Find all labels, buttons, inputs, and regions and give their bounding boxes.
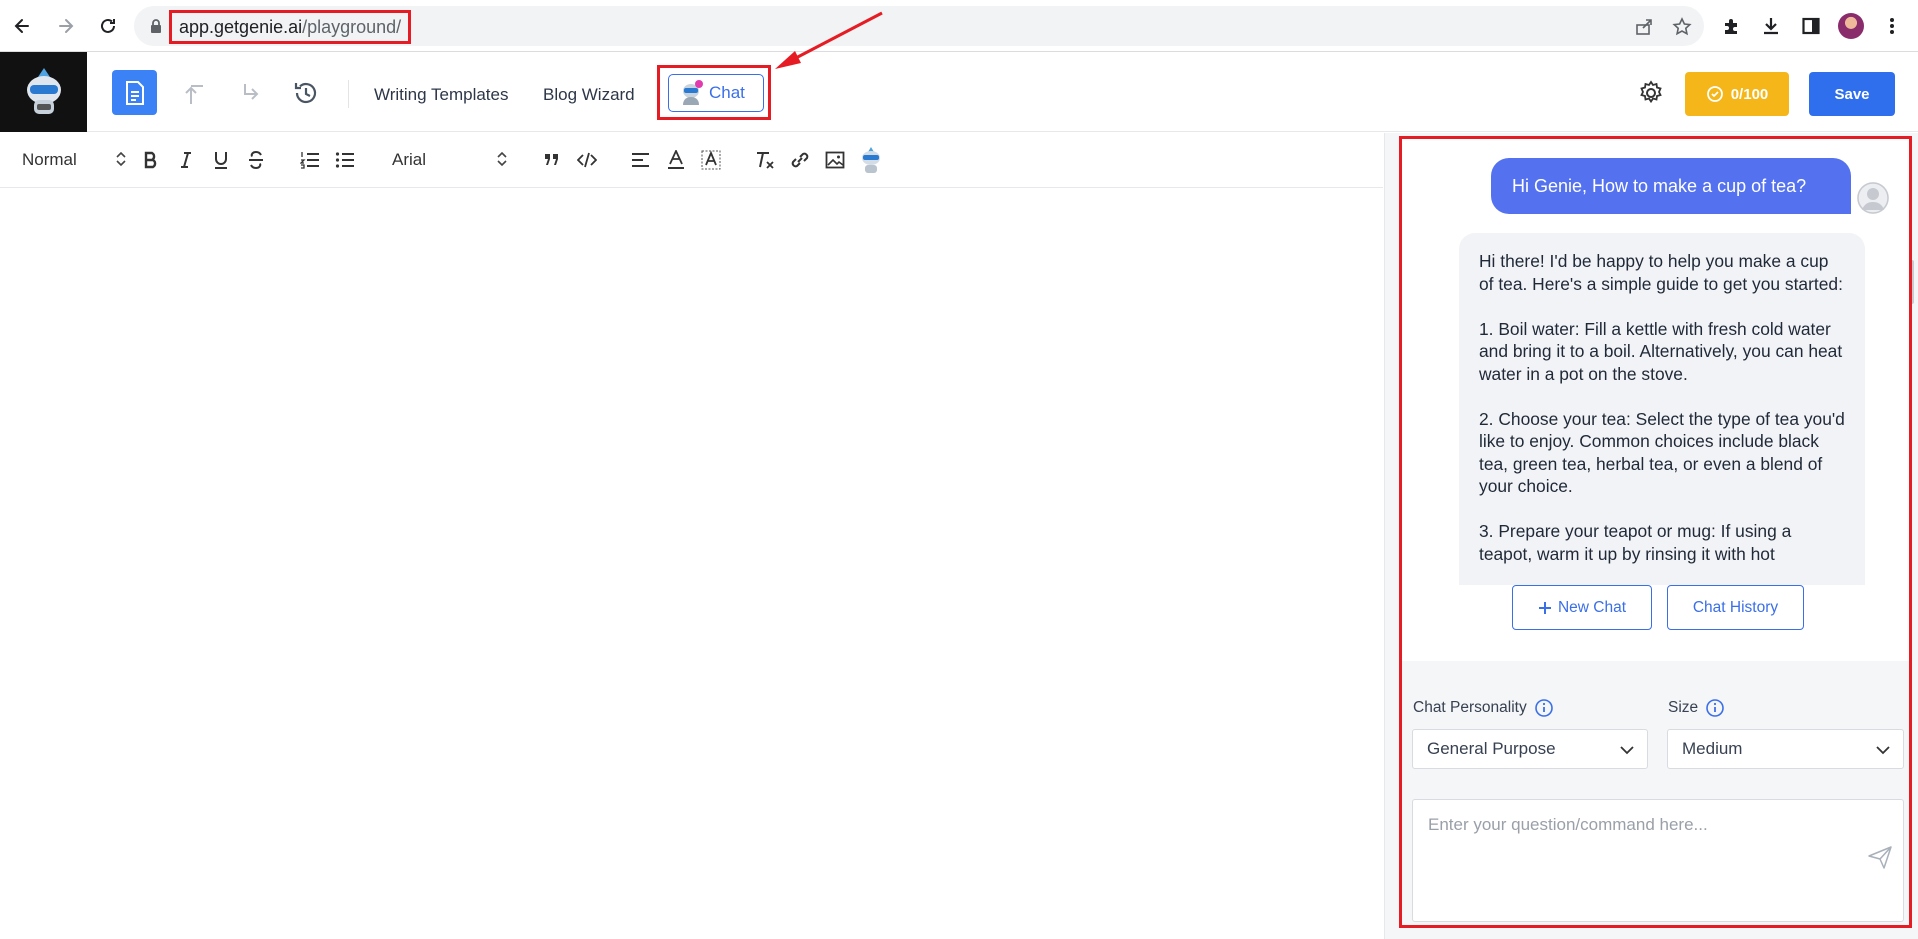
image-icon[interactable] [823, 148, 847, 172]
download-icon[interactable] [1757, 12, 1785, 40]
font-family-caret-icon [497, 151, 507, 167]
code-icon[interactable] [575, 148, 599, 172]
editor-canvas[interactable] [0, 189, 1383, 939]
block-style-select[interactable]: Normal [22, 147, 77, 173]
back-icon[interactable] [8, 12, 36, 40]
block-style-caret-icon [116, 151, 126, 167]
genie-icon[interactable] [858, 145, 884, 175]
credits-icon [1706, 85, 1724, 103]
share-icon[interactable] [1633, 16, 1655, 38]
lock-icon [150, 19, 162, 34]
document-icon[interactable] [112, 70, 157, 115]
history-icon[interactable] [290, 77, 322, 109]
align-icon[interactable] [629, 148, 653, 172]
side-panel-icon[interactable] [1797, 12, 1825, 40]
star-icon[interactable] [1671, 16, 1693, 38]
underline-icon[interactable] [209, 148, 233, 172]
strike-icon[interactable] [244, 148, 268, 172]
quote-icon[interactable] [540, 148, 564, 172]
url-path: /playground/ [302, 16, 402, 37]
profile-avatar[interactable] [1838, 13, 1864, 39]
reload-icon[interactable] [94, 12, 122, 40]
browser-chrome: app.getgenie.ai/playground/ [0, 0, 1918, 52]
text-color-icon[interactable] [664, 148, 688, 172]
genie-logo[interactable] [0, 52, 87, 132]
bold-icon[interactable] [139, 148, 163, 172]
chat-button-highlight: Chat [657, 65, 771, 120]
toolbar-divider [348, 80, 349, 108]
address-bar[interactable]: app.getgenie.ai/playground/ [134, 6, 1704, 46]
bullet-list-icon[interactable] [333, 148, 357, 172]
format-toolbar: Normal Arial [0, 133, 1383, 188]
italic-icon[interactable] [174, 148, 198, 172]
app-toolbar: Writing Templates Blog Wizard Chat 0/100… [0, 52, 1918, 132]
save-button[interactable]: Save [1809, 72, 1895, 116]
blog-wizard-link[interactable]: Blog Wizard [543, 85, 635, 105]
url-host: app.getgenie.ai [179, 16, 303, 37]
chat-button[interactable]: Chat [668, 74, 764, 112]
extensions-icon[interactable] [1717, 12, 1745, 40]
ordered-list-icon[interactable] [298, 148, 322, 172]
url-highlight[interactable]: app.getgenie.ai/playground/ [169, 10, 412, 44]
highlight-icon[interactable] [699, 148, 723, 172]
link-icon[interactable] [788, 148, 812, 172]
credits-value: 0/100 [1730, 85, 1769, 103]
writing-templates-link[interactable]: Writing Templates [374, 85, 508, 105]
menu-icon[interactable] [1878, 12, 1906, 40]
chat-panel-highlight [1399, 136, 1912, 928]
chat-button-label: Chat [709, 83, 745, 102]
gear-icon[interactable] [1635, 77, 1667, 109]
redo-icon[interactable] [236, 77, 268, 109]
forward-icon[interactable] [52, 12, 80, 40]
undo-icon[interactable] [180, 77, 212, 109]
credits-badge[interactable]: 0/100 [1685, 72, 1789, 116]
font-family-select[interactable]: Arial [392, 147, 426, 173]
clear-format-icon[interactable] [753, 148, 777, 172]
genie-chat-icon [677, 79, 705, 107]
